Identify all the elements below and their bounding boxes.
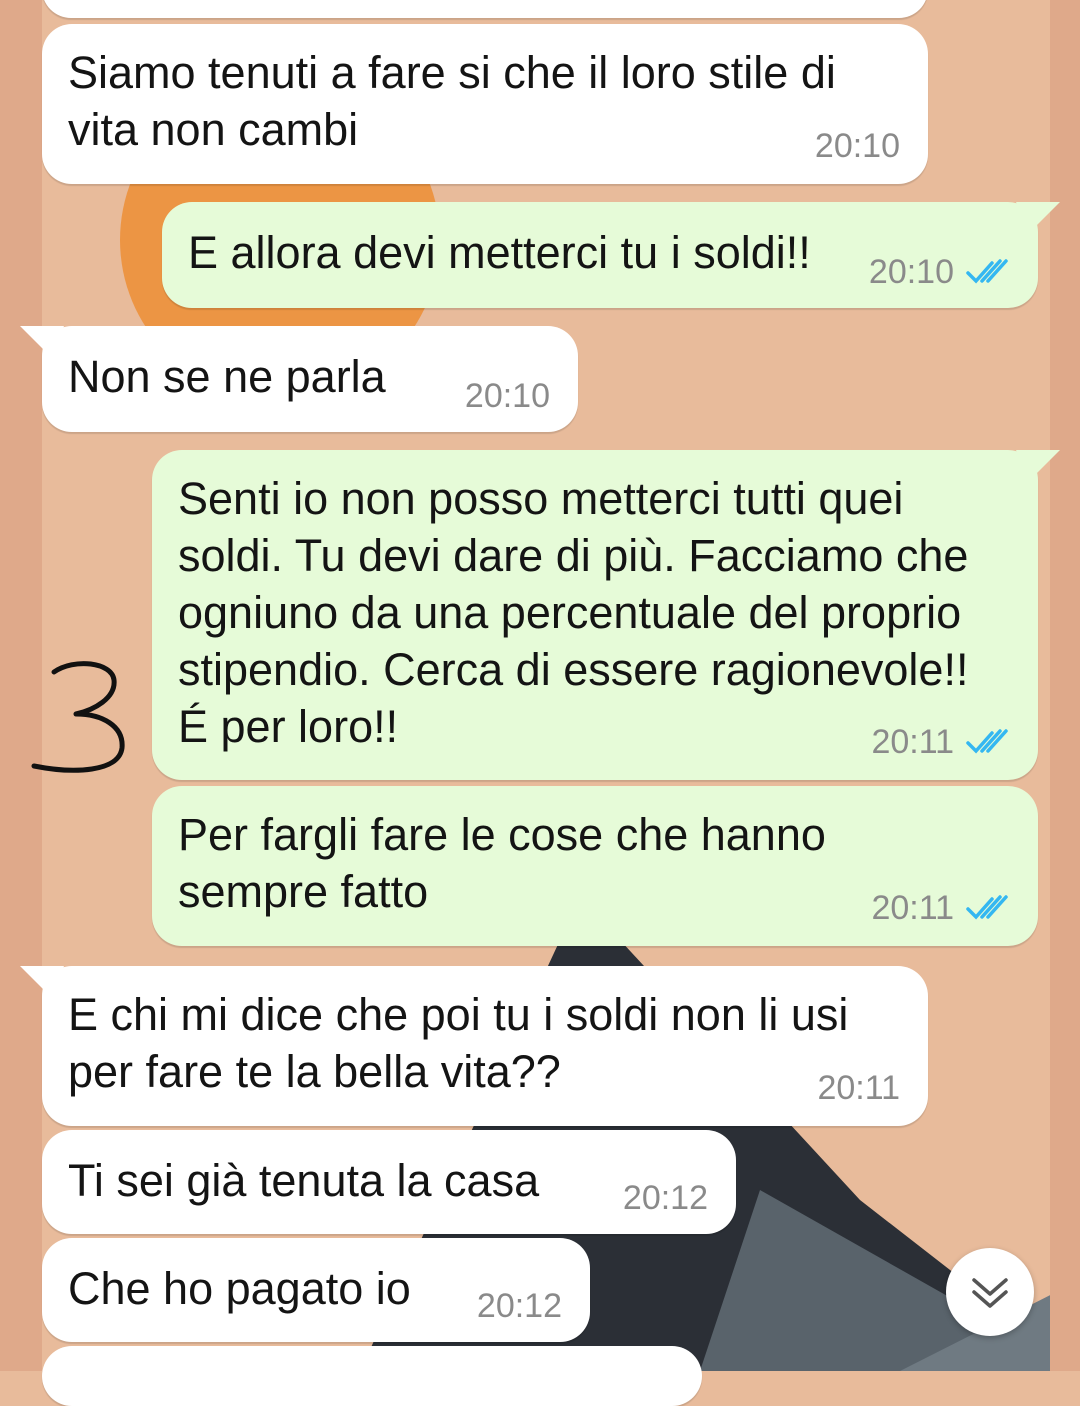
double-check-icon [966, 259, 1008, 284]
bubble-tail-icon [1016, 202, 1060, 232]
message-timestamp: 20:10 [814, 127, 900, 165]
message-bubble-partial-bottom [42, 1346, 702, 1406]
message-meta: 20:10 [465, 376, 550, 416]
message-timestamp: 20:12 [622, 1179, 708, 1217]
message-text: Non se ne parla [68, 351, 386, 402]
message-timestamp: 20:12 [476, 1287, 562, 1325]
bubble-tail-icon [20, 966, 64, 996]
message-text: E allora devi metterci tu i soldi!! [188, 227, 811, 278]
message-timestamp: 20:11 [817, 1069, 900, 1107]
scroll-to-bottom-button[interactable] [946, 1248, 1034, 1336]
message-bubble-outgoing[interactable]: E allora devi metterci tu i soldi!! 20:1… [162, 202, 1060, 308]
bubble-tail-icon [1016, 450, 1060, 480]
message-bubble-incoming[interactable]: Non se ne parla 20:10 [20, 326, 578, 432]
bubble-tail-icon [20, 326, 64, 356]
message-text: Ti sei già tenuta la casa [68, 1155, 540, 1206]
message-timestamp: 20:11 [871, 723, 954, 761]
message-bubble-outgoing[interactable]: Per fargli fare le cose che hanno sempre… [152, 786, 1038, 946]
message-text: Che ho pagato io [68, 1263, 411, 1314]
message-bubble-incoming[interactable]: E chi mi dice che poi tu i soldi non li … [20, 966, 928, 1126]
message-meta: 20:10 [815, 126, 900, 166]
message-text: Siamo tenuti a fare si che il loro stile… [68, 47, 836, 155]
message-bubble-partial-top [42, 0, 928, 18]
message-meta: 20:11 [871, 722, 1010, 762]
double-check-icon [966, 895, 1008, 920]
message-timestamp: 20:11 [871, 889, 954, 927]
handwritten-number-annotation: 3 [31, 661, 125, 773]
message-meta: 20:12 [477, 1286, 562, 1326]
message-text: E chi mi dice che poi tu i soldi non li … [68, 989, 849, 1097]
message-bubble-outgoing[interactable]: Senti io non posso metterci tutti quei s… [152, 450, 1060, 780]
message-bubble-incoming[interactable]: Ti sei già tenuta la casa 20:12 [42, 1130, 736, 1234]
message-text: Senti io non posso metterci tutti quei s… [178, 473, 969, 752]
double-check-icon [966, 729, 1008, 754]
message-text: Per fargli fare le cose che hanno sempre… [178, 809, 826, 917]
message-timestamp: 20:10 [464, 377, 550, 415]
message-meta: 20:11 [871, 888, 1010, 928]
message-meta: 20:11 [817, 1068, 900, 1108]
message-meta: 20:12 [623, 1178, 708, 1218]
message-bubble-incoming[interactable]: Che ho pagato io 20:12 [42, 1238, 590, 1342]
message-bubble-incoming[interactable]: Siamo tenuti a fare si che il loro stile… [42, 24, 928, 184]
chevron-double-down-icon [972, 1278, 1008, 1308]
message-timestamp: 20:10 [868, 253, 954, 291]
message-meta: 20:10 [869, 252, 1010, 292]
